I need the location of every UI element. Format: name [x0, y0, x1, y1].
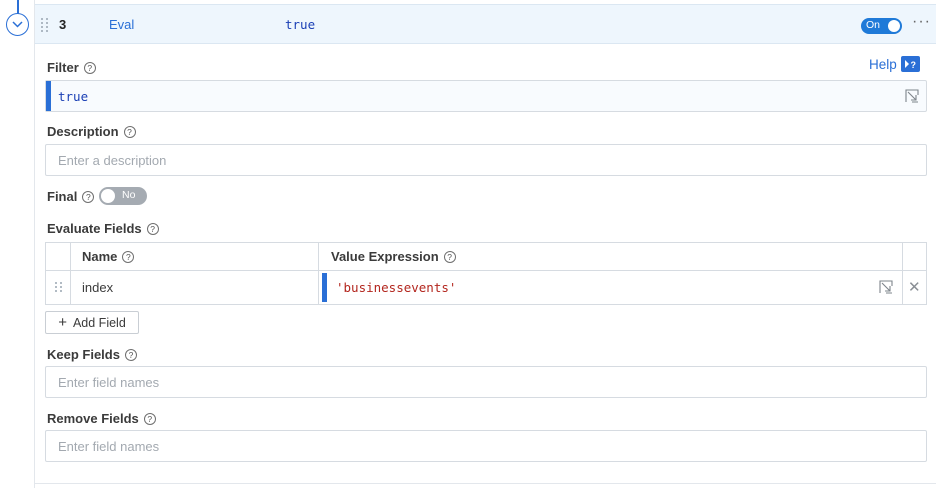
add-field-label: Add Field: [72, 315, 126, 330]
help-label: Help: [869, 56, 897, 72]
svg-text:?: ?: [910, 60, 916, 69]
keep-fields-placeholder: Enter field names: [58, 375, 160, 390]
enable-toggle[interactable]: On: [861, 18, 902, 34]
table-row: index 'businessevents' ✕: [46, 271, 926, 304]
toggle-knob: [101, 189, 115, 203]
evaluate-fields-table: Name ? Value Expression ? index 'busines…: [45, 242, 927, 305]
expand-editor-icon[interactable]: [879, 280, 893, 294]
remove-fields-label-group: Remove Fields ?: [47, 411, 156, 426]
column-header-value-label: Value Expression: [331, 249, 439, 264]
final-toggle-label: No: [122, 189, 136, 201]
keep-fields-input[interactable]: Enter field names: [45, 366, 927, 398]
remove-fields-placeholder: Enter field names: [58, 439, 160, 454]
final-toggle[interactable]: No: [99, 187, 147, 205]
toggle-knob: [888, 20, 900, 32]
more-options-button[interactable]: ···: [912, 13, 931, 31]
function-filter-summary: true: [285, 17, 316, 32]
evaluate-fields-label: Evaluate Fields: [47, 221, 142, 236]
close-icon[interactable]: ✕: [908, 278, 921, 296]
filter-expression-input[interactable]: true: [45, 80, 927, 112]
function-name[interactable]: Eval: [109, 17, 134, 32]
description-label: Description: [47, 124, 119, 139]
question-circle-icon[interactable]: ?: [123, 125, 136, 138]
function-index: 3: [59, 17, 67, 32]
question-circle-icon[interactable]: ?: [443, 250, 456, 263]
remove-fields-label: Remove Fields: [47, 411, 139, 426]
column-header-value: Value Expression ?: [331, 249, 456, 264]
value-expression-cell[interactable]: 'businessevents': [336, 280, 456, 295]
evaluate-fields-label-group: Evaluate Fields ?: [47, 221, 159, 236]
rail-connector: [17, 0, 19, 14]
description-placeholder: Enter a description: [58, 153, 167, 168]
description-input[interactable]: Enter a description: [45, 144, 927, 176]
filter-expression-value: true: [58, 89, 89, 104]
keep-fields-label-group: Keep Fields ?: [47, 347, 137, 362]
question-circle-icon[interactable]: ?: [143, 412, 156, 425]
final-label: Final: [47, 189, 78, 204]
drag-handle-icon[interactable]: [55, 282, 63, 292]
help-panel-icon: ?: [900, 56, 920, 72]
final-label-group: Final ?: [47, 189, 95, 204]
field-name-cell[interactable]: index: [82, 280, 113, 295]
question-circle-icon[interactable]: ?: [146, 222, 159, 235]
collapse-button[interactable]: [6, 13, 29, 36]
function-header[interactable]: 3 Eval true On ···: [35, 4, 936, 44]
add-field-button[interactable]: + Add Field: [45, 311, 139, 334]
filter-label: Filter: [47, 60, 79, 75]
table-header-row: Name ? Value Expression ?: [46, 243, 926, 271]
code-editor-marker: [46, 81, 51, 111]
filter-label-group: Filter ?: [47, 60, 96, 75]
question-circle-icon[interactable]: ?: [82, 190, 95, 203]
expand-editor-icon[interactable]: [905, 89, 919, 103]
question-circle-icon[interactable]: ?: [83, 61, 96, 74]
section-divider: [35, 483, 936, 484]
enable-toggle-label: On: [866, 19, 881, 31]
chevron-down-icon: [12, 21, 23, 28]
question-circle-icon[interactable]: ?: [124, 348, 137, 361]
keep-fields-label: Keep Fields: [47, 347, 120, 362]
help-button[interactable]: Help ?: [869, 56, 920, 72]
column-header-name-label: Name: [82, 249, 118, 264]
pipeline-rail: [0, 0, 35, 488]
description-label-group: Description ?: [47, 124, 136, 139]
remove-fields-input[interactable]: Enter field names: [45, 430, 927, 462]
question-circle-icon[interactable]: ?: [122, 250, 135, 263]
drag-handle-icon[interactable]: [41, 18, 49, 32]
column-header-name: Name ?: [82, 249, 135, 264]
plus-icon: +: [58, 314, 67, 331]
code-editor-marker: [322, 273, 327, 302]
